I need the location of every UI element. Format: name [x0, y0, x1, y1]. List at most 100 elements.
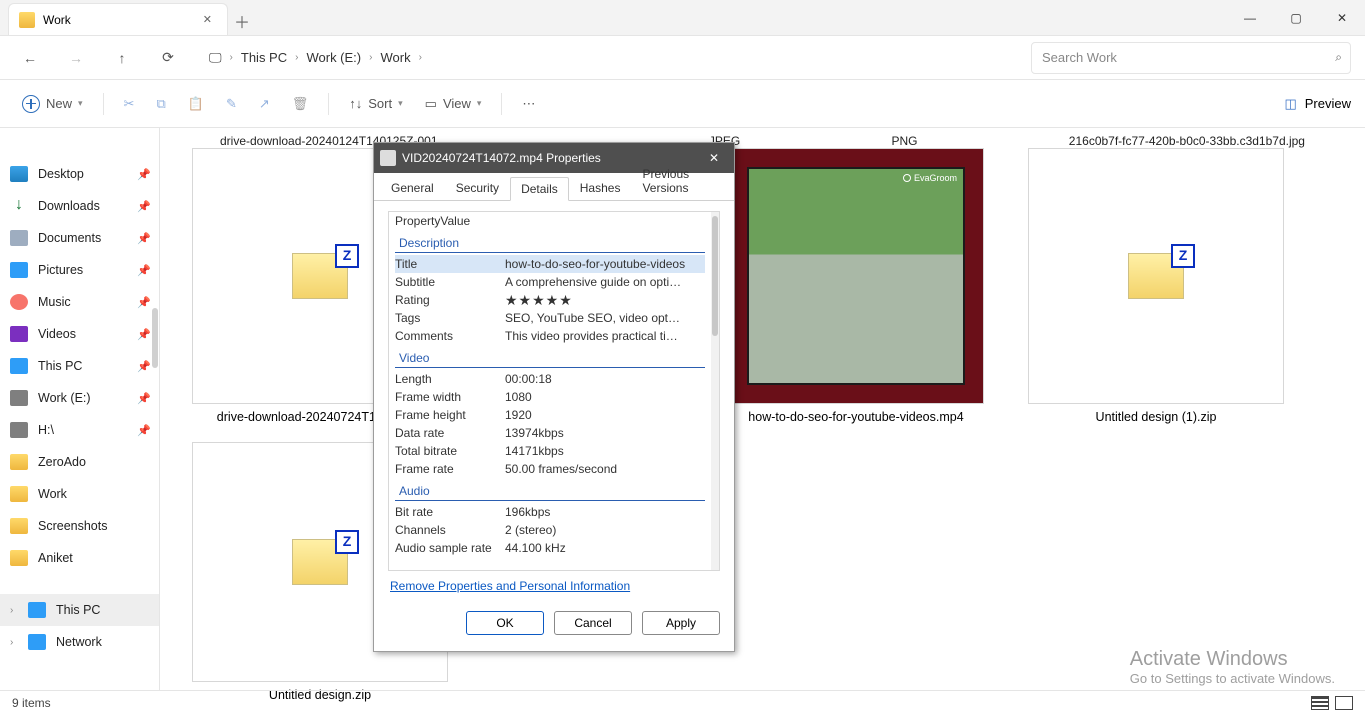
file-label-partial: PNG [891, 134, 917, 148]
back-button[interactable]: ← [8, 36, 52, 80]
sidebar-item-label: Downloads [38, 199, 100, 213]
tree-item-label: This PC [56, 603, 100, 617]
chevron-right-icon[interactable]: › [228, 52, 235, 63]
close-button[interactable]: ✕ [1319, 0, 1365, 36]
sidebar-item[interactable]: ↓Downloads📌 [0, 190, 159, 222]
thumbnails-view-button[interactable] [1335, 696, 1353, 710]
delete-button[interactable]: 🗑 [284, 87, 317, 121]
pc-icon [28, 602, 46, 618]
property-row[interactable]: Frame rate50.00 frames/second [395, 460, 705, 478]
status-item-count: 9 items [12, 696, 51, 710]
search-input[interactable] [1040, 49, 1327, 66]
tab-details[interactable]: Details [510, 177, 569, 201]
file-item[interactable]: Untitled design (1).zip [1016, 148, 1296, 424]
cut-button[interactable]: ✂ [116, 87, 143, 121]
more-button[interactable]: ⋯ [514, 87, 543, 121]
docs-icon [10, 230, 28, 246]
chevron-right-icon[interactable]: › [417, 52, 424, 63]
breadcrumb-folder[interactable]: Work [380, 50, 410, 65]
tree-item[interactable]: › This PC [0, 594, 159, 626]
search-icon[interactable]: ⌕ [1335, 50, 1342, 65]
maximize-button[interactable]: ▢ [1273, 0, 1319, 36]
remove-properties-link[interactable]: Remove Properties and Personal Informati… [388, 571, 632, 593]
property-row[interactable]: Bit rate196kbps [395, 503, 705, 521]
property-row[interactable]: Frame height1920 [395, 406, 705, 424]
copy-button[interactable]: ⧉ [148, 87, 173, 121]
property-row[interactable]: Frame width1080 [395, 388, 705, 406]
drive-icon [10, 390, 28, 406]
sidebar-item[interactable]: ZeroAdo [0, 446, 159, 478]
sidebar-item[interactable]: Aniket [0, 542, 159, 574]
property-row[interactable]: SubtitleA comprehensive guide on opti… [395, 273, 705, 291]
star-rating[interactable]: ★★★★★ [505, 292, 705, 309]
pin-icon: 📌 [137, 360, 151, 373]
property-row[interactable]: Rating★★★★★ [395, 291, 705, 309]
new-tab-button[interactable]: ＋ [228, 7, 256, 35]
property-row[interactable]: CommentsThis video provides practical ti… [395, 327, 705, 345]
sidebar-item[interactable]: Desktop📌 [0, 158, 159, 190]
property-row[interactable]: Title how-to-do-seo-for-youtube-videos [395, 255, 705, 273]
tab-security[interactable]: Security [445, 176, 510, 200]
property-row[interactable]: Length00:00:18 [395, 370, 705, 388]
sidebar-item[interactable]: Documents📌 [0, 222, 159, 254]
new-button[interactable]: New ▾ [14, 87, 91, 121]
scrollbar-thumb[interactable] [712, 216, 718, 336]
properties-scrollbar[interactable] [711, 212, 719, 570]
share-button[interactable]: ↗ [251, 87, 278, 121]
explorer-tab[interactable]: Work ✕ [8, 3, 228, 35]
preview-toggle[interactable]: ◫ Preview [1284, 96, 1351, 112]
expand-icon[interactable]: › [10, 637, 18, 648]
search-box[interactable]: ⌕ [1031, 42, 1351, 74]
chevron-right-icon[interactable]: › [367, 52, 374, 63]
dialog-tabs: General Security Details Hashes Previous… [374, 173, 734, 201]
refresh-button[interactable]: ⟳ [146, 36, 190, 80]
sidebar-item[interactable]: Screenshots [0, 510, 159, 542]
file-item[interactable]: EvaGroom how-to-do-seo-for-youtube-video… [716, 148, 996, 424]
column-header-value[interactable]: Value [440, 214, 470, 228]
sidebar-item[interactable]: Music📌 [0, 286, 159, 318]
address-bar[interactable]: 🖵 › This PC › Work (E:) › Work › [200, 42, 1021, 74]
expand-icon[interactable]: › [10, 605, 18, 616]
file-label: how-to-do-seo-for-youtube-videos.mp4 [748, 410, 963, 424]
divider [103, 93, 104, 115]
sidebar-item[interactable]: Work [0, 478, 159, 510]
forward-button[interactable]: → [54, 36, 98, 80]
property-row[interactable]: Channels2 (stereo) [395, 521, 705, 539]
section-video: Video [395, 345, 705, 368]
apply-button[interactable]: Apply [642, 611, 720, 635]
property-value[interactable]: how-to-do-seo-for-youtube-videos [505, 257, 705, 271]
details-view-button[interactable] [1311, 696, 1329, 710]
property-row[interactable]: Data rate13974kbps [395, 424, 705, 442]
tab-close-button[interactable]: ✕ [198, 11, 217, 28]
minimize-button[interactable]: — [1227, 0, 1273, 36]
sidebar-item[interactable]: Pictures📌 [0, 254, 159, 286]
property-row[interactable]: Audio sample rate44.100 kHz [395, 539, 705, 557]
property-row[interactable]: TagsSEO, YouTube SEO, video opt… [395, 309, 705, 327]
ok-button[interactable]: OK [466, 611, 544, 635]
property-row[interactable]: Total bitrate14171kbps [395, 442, 705, 460]
rename-button[interactable]: ✎ [218, 87, 245, 121]
sidebar-item-label: Videos [38, 327, 76, 341]
sort-button[interactable]: ↑↓ Sort ▾ [341, 87, 410, 121]
tab-previous-versions[interactable]: Previous Versions [631, 162, 728, 200]
breadcrumb-drive[interactable]: Work (E:) [306, 50, 361, 65]
tab-hashes[interactable]: Hashes [569, 176, 632, 200]
sidebar-item[interactable]: H:\📌 [0, 414, 159, 446]
column-header-property[interactable]: Property [395, 214, 440, 228]
view-button[interactable]: ▭ View ▾ [417, 87, 490, 121]
sidebar-item-label: Aniket [38, 551, 73, 565]
paste-button[interactable]: 📋 [180, 87, 212, 121]
sidebar-item[interactable]: Work (E:)📌 [0, 382, 159, 414]
up-button[interactable]: ↑ [100, 36, 144, 80]
chevron-right-icon[interactable]: › [293, 52, 300, 63]
file-icon [380, 150, 396, 166]
breadcrumb-this-pc[interactable]: This PC [241, 50, 287, 65]
sidebar-item[interactable]: Videos📌 [0, 318, 159, 350]
sidebar-item[interactable]: This PC📌 [0, 350, 159, 382]
tab-general[interactable]: General [380, 176, 445, 200]
properties-list: Property Value Description Title how-to-… [388, 211, 720, 571]
file-list-view[interactable]: drive-download-20240124T140125Z-001 JPEG… [160, 128, 1365, 690]
cancel-button[interactable]: Cancel [554, 611, 632, 635]
navigation-pane: Desktop📌↓Downloads📌Documents📌Pictures📌Mu… [0, 128, 160, 690]
tree-item[interactable]: ›Network [0, 626, 159, 658]
